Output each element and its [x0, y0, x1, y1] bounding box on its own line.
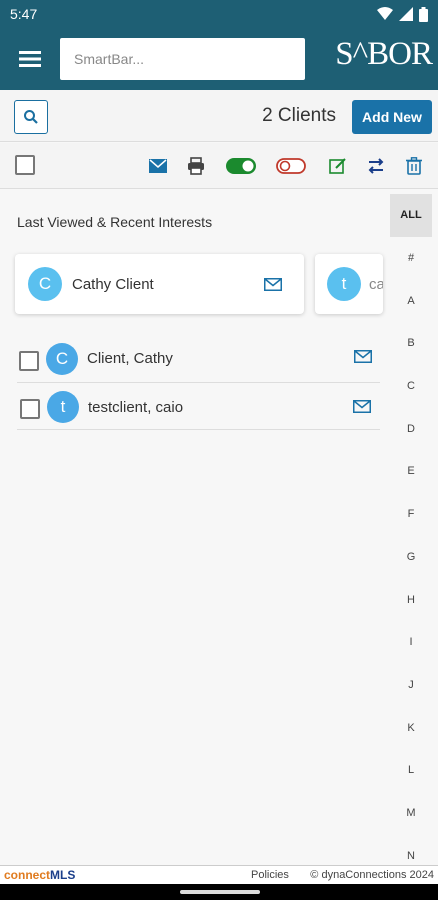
inactive-toggle[interactable]: [276, 155, 306, 177]
email-button[interactable]: [147, 155, 169, 177]
toggle-off-icon: [276, 158, 306, 174]
row-checkbox[interactable]: [19, 351, 39, 371]
home-gesture-handle[interactable]: [180, 890, 260, 894]
recent-client-card[interactable]: t ca: [315, 254, 383, 314]
alpha-g[interactable]: G: [390, 536, 432, 579]
system-nav-bar: [0, 884, 438, 900]
trash-icon: [406, 157, 422, 175]
alpha-k[interactable]: K: [390, 706, 432, 749]
avatar: C: [28, 267, 62, 301]
menu-button[interactable]: [0, 28, 60, 90]
alpha-b[interactable]: B: [390, 322, 432, 365]
select-all-checkbox[interactable]: [15, 155, 35, 175]
recent-client-name: ca: [369, 276, 383, 293]
delete-button[interactable]: [403, 155, 425, 177]
avatar: t: [47, 391, 79, 423]
status-bar: 5:47: [0, 0, 438, 28]
client-name: testclient, caio: [88, 399, 184, 416]
alpha-a[interactable]: A: [390, 279, 432, 322]
print-button[interactable]: [185, 155, 207, 177]
copyright-text: © dynaConnections 2024: [310, 869, 434, 881]
alpha-all[interactable]: ALL: [390, 194, 432, 237]
email-icon[interactable]: [353, 400, 371, 413]
avatar: C: [46, 343, 78, 375]
toggle-on-icon: [226, 158, 256, 174]
alpha-d[interactable]: D: [390, 407, 432, 450]
alpha-h[interactable]: H: [390, 578, 432, 621]
alpha-i[interactable]: I: [390, 621, 432, 664]
alpha-j[interactable]: J: [390, 664, 432, 707]
transfer-button[interactable]: [365, 155, 387, 177]
connectmls-logo: connectMLS: [4, 868, 76, 882]
active-toggle[interactable]: [226, 155, 256, 177]
signal-icon: [399, 7, 413, 21]
client-name: Client, Cathy: [87, 350, 173, 367]
alpha-m[interactable]: M: [390, 792, 432, 835]
email-icon: [149, 159, 167, 173]
add-new-button[interactable]: Add New: [352, 100, 432, 134]
policies-link[interactable]: Policies: [251, 869, 289, 881]
alphabet-index: ALL # A B C D E F G H I J K L M N: [390, 194, 432, 864]
alpha-hash[interactable]: #: [390, 237, 432, 280]
alpha-e[interactable]: E: [390, 450, 432, 493]
recent-client-card[interactable]: C Cathy Client: [15, 254, 304, 314]
email-icon[interactable]: [264, 278, 282, 291]
smartbar-input[interactable]: [60, 38, 305, 80]
footer: connectMLS Policies © dynaConnections 20…: [0, 865, 438, 884]
search-button[interactable]: [14, 100, 48, 134]
row-checkbox[interactable]: [20, 399, 40, 419]
battery-icon: [419, 6, 428, 22]
clients-header: 2 Clients Add New: [0, 90, 438, 142]
alpha-l[interactable]: L: [390, 749, 432, 792]
action-toolbar: [0, 143, 438, 189]
client-count: 2 Clients: [262, 105, 336, 126]
email-icon[interactable]: [354, 350, 372, 363]
printer-icon: [188, 157, 204, 175]
search-icon: [24, 110, 38, 124]
wifi-icon: [377, 7, 393, 20]
alpha-c[interactable]: C: [390, 365, 432, 408]
recent-client-name: Cathy Client: [72, 276, 154, 293]
edit-button[interactable]: [327, 155, 349, 177]
app-bar: S^BOR: [0, 28, 438, 90]
swap-arrows-icon: [368, 158, 384, 174]
client-row[interactable]: t testclient, caio: [17, 384, 380, 430]
sabor-logo: S^BOR: [335, 36, 433, 72]
status-time: 5:47: [10, 6, 38, 22]
recent-section-title: Last Viewed & Recent Interests: [17, 214, 213, 230]
alpha-f[interactable]: F: [390, 493, 432, 536]
edit-icon: [329, 158, 346, 174]
client-row[interactable]: C Client, Cathy: [17, 337, 380, 383]
hamburger-icon: [19, 51, 41, 67]
avatar: t: [327, 267, 361, 301]
